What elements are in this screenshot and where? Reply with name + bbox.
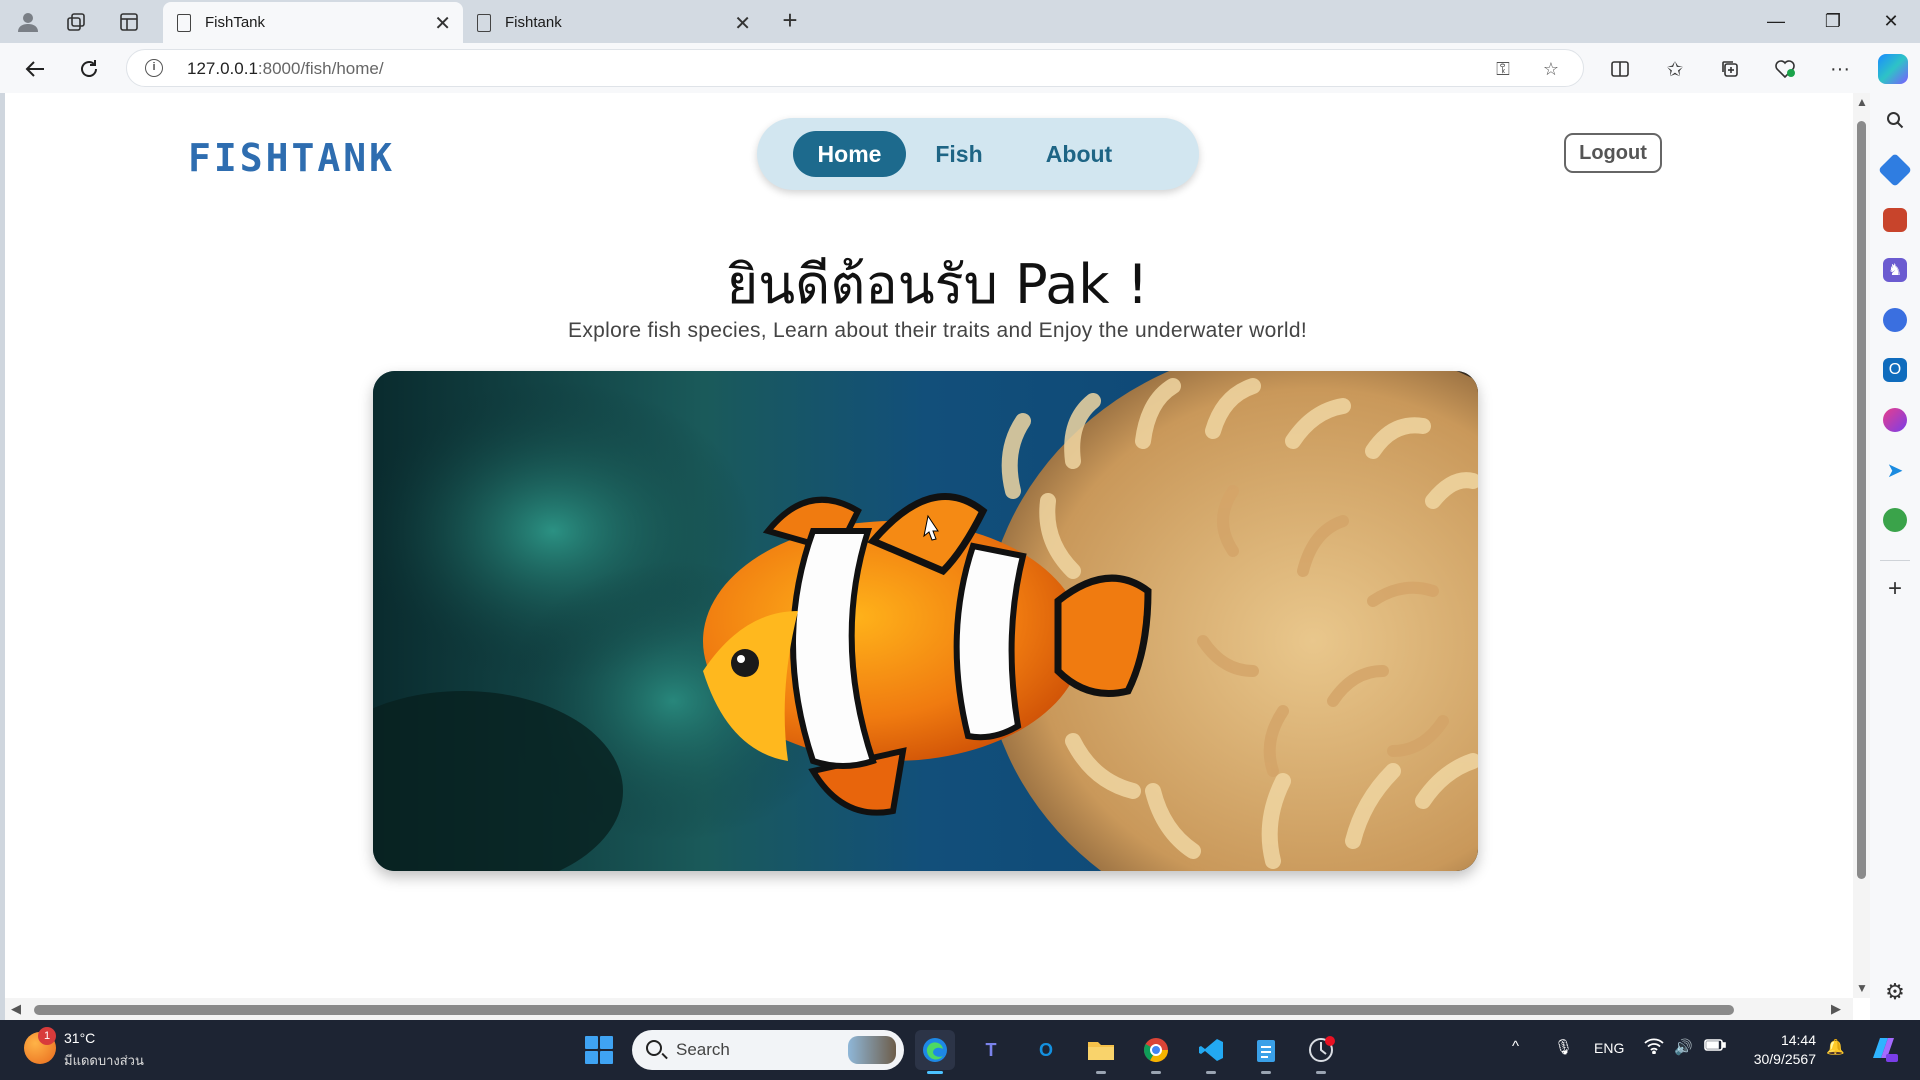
nav-fish[interactable]: Fish [907,131,1011,177]
volume-icon[interactable]: 🔊 [1674,1038,1693,1056]
close-icon[interactable]: ✕ [734,11,751,36]
battery-icon[interactable] [1704,1038,1726,1056]
minimize-button[interactable]: — [1753,6,1799,36]
copilot-icon[interactable] [1878,54,1908,84]
send-icon[interactable]: ➤ [1883,458,1907,482]
tag-icon[interactable] [1878,153,1912,187]
copilot-taskbar-icon[interactable] [1868,1034,1898,1068]
tab-title: Fishtank [505,14,562,31]
profile-icon[interactable] [8,6,48,38]
browser-essentials-icon[interactable] [1768,53,1802,85]
back-button[interactable] [18,53,52,85]
file-explorer-icon[interactable] [1081,1030,1121,1074]
system-clock[interactable]: 14:44 30/9/2567 [1740,1031,1816,1069]
address-bar-row: i 127.0.0.1:8000/fish/home/ ⚿ ☆ ✩ ··· [0,43,1920,93]
browser-tab-bar: FishTank ✕ Fishtank ✕ + — ❐ ✕ [0,0,1920,43]
outlook-icon[interactable]: O [1883,358,1907,382]
key-icon[interactable]: ⚿ [1491,57,1515,81]
more-options-icon[interactable]: ··· [1823,53,1857,85]
new-tab-button[interactable]: + [770,4,810,36]
refresh-button[interactable] [72,53,106,85]
scroll-left-icon[interactable]: ◀ [11,1001,21,1017]
search-icon [646,1040,662,1056]
vertical-tabs-icon[interactable] [109,6,149,38]
vertical-scroll-thumb[interactable] [1857,121,1866,879]
scroll-down-icon[interactable]: ▼ [1856,981,1868,995]
weather-temperature[interactable]: 31°C [64,1030,95,1046]
search-placeholder: Search [676,1040,730,1059]
tab-title: FishTank [205,14,266,31]
scroll-up-icon[interactable]: ▲ [1856,95,1868,109]
windows-taskbar: 1 31°C มีแดดบางส่วน Search T O ^ 🎙 ENG 🔊 [0,1020,1920,1080]
briefcase-icon[interactable] [1883,208,1907,232]
search-highlight-image [848,1036,896,1064]
sidebar-divider [1880,560,1910,561]
collections-icon[interactable] [1713,53,1747,85]
edge-app-icon[interactable] [915,1030,955,1074]
site-logo[interactable]: FISHTANK [188,136,395,180]
drop-icon[interactable] [1883,408,1907,432]
welcome-subtitle: Explore fish species, Learn about their … [568,319,1307,342]
url-text: 127.0.0.1:8000/fish/home/ [187,59,384,78]
show-hidden-icons[interactable]: ^ [1512,1038,1519,1055]
horizontal-scroll-thumb[interactable] [34,1005,1734,1015]
page-icon [477,14,491,32]
hero-clownfish-image [373,371,1478,871]
favorite-star-icon[interactable]: ☆ [1539,57,1563,81]
settings-icon[interactable]: ⚙ [1883,979,1907,1004]
page-viewport: FISHTANK Home Fish About Logout ยินดีต้อ… [5,93,1870,1020]
url-field[interactable]: i 127.0.0.1:8000/fish/home/ ⚿ ☆ [126,49,1584,87]
edge-sidebar: ♞ O ➤ + ⚙ [1870,93,1920,1020]
tab-fishtank-2[interactable]: Fishtank ✕ [463,2,763,43]
copilot-apps-icon[interactable] [1883,308,1907,332]
workspaces-icon[interactable] [56,6,96,38]
clock-time: 14:44 [1780,1032,1816,1048]
add-icon[interactable]: + [1883,575,1907,602]
close-window-button[interactable]: ✕ [1868,6,1914,36]
main-nav: Home Fish About [757,118,1199,190]
page-icon [177,14,191,32]
vscode-app-icon[interactable] [1191,1030,1231,1074]
restore-button[interactable]: ❐ [1810,6,1856,36]
nav-home[interactable]: Home [793,131,906,177]
clock-date: 30/9/2567 [1753,1051,1816,1067]
logout-button[interactable]: Logout [1564,133,1662,173]
taskbar-search[interactable]: Search [632,1030,904,1070]
vertical-scrollbar[interactable]: ▲ ▼ [1853,93,1870,998]
chess-icon[interactable]: ♞ [1883,258,1907,282]
outlook-app-icon[interactable]: O [1026,1030,1066,1070]
search-icon[interactable] [1883,108,1907,132]
teams-app-icon[interactable]: T [971,1030,1011,1070]
microphone-icon[interactable]: 🎙 [1554,1038,1573,1056]
snipping-tool-icon[interactable] [1301,1030,1341,1074]
welcome-heading: ยินดีต้อนรับ Pak ! [726,253,1149,316]
wifi-icon[interactable] [1644,1038,1664,1058]
nav-about[interactable]: About [1019,131,1139,177]
tree-icon[interactable] [1883,508,1907,532]
favorites-icon[interactable]: ✩ [1658,53,1692,85]
tab-fishtank-active[interactable]: FishTank ✕ [163,2,463,43]
split-screen-icon[interactable] [1603,53,1637,85]
chrome-app-icon[interactable] [1136,1030,1176,1074]
weather-badge: 1 [38,1027,56,1045]
close-icon[interactable]: ✕ [434,11,451,36]
horizontal-scrollbar[interactable]: ◀ ▶ [5,998,1853,1020]
notepad-app-icon[interactable] [1246,1030,1286,1074]
info-icon[interactable]: i [145,59,163,77]
weather-description[interactable]: มีแดดบางส่วน [64,1050,144,1071]
start-button[interactable] [585,1036,613,1064]
language-indicator[interactable]: ENG [1594,1040,1624,1056]
notifications-icon[interactable]: 🔔 [1826,1038,1845,1056]
scroll-right-icon[interactable]: ▶ [1831,1001,1841,1017]
